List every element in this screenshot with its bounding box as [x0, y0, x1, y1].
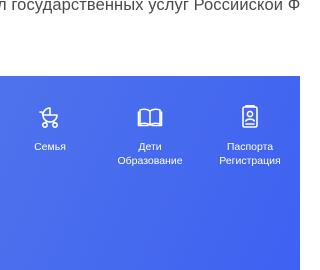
passport-icon: [235, 102, 265, 132]
category-label: Паспорта Регистрация: [219, 141, 281, 167]
header: л государственных услуг Российской Федер…: [0, 0, 300, 76]
page: л государственных услуг Российской Федер…: [0, 0, 300, 270]
category-family[interactable]: Семья: [0, 102, 100, 168]
category-list: Семья Дети Образование Паспорта Регистра…: [0, 102, 300, 168]
book-icon: [135, 102, 165, 132]
stroller-icon: [35, 102, 65, 132]
category-banner: Семья Дети Образование Паспорта Регистра…: [0, 76, 300, 270]
portal-title: л государственных услуг Российской Федер…: [0, 0, 300, 14]
category-passports[interactable]: Паспорта Регистрация: [200, 102, 300, 168]
category-label: Дети Образование: [117, 141, 183, 167]
category-education[interactable]: Дети Образование: [100, 102, 200, 168]
category-label: Семья: [34, 141, 66, 153]
